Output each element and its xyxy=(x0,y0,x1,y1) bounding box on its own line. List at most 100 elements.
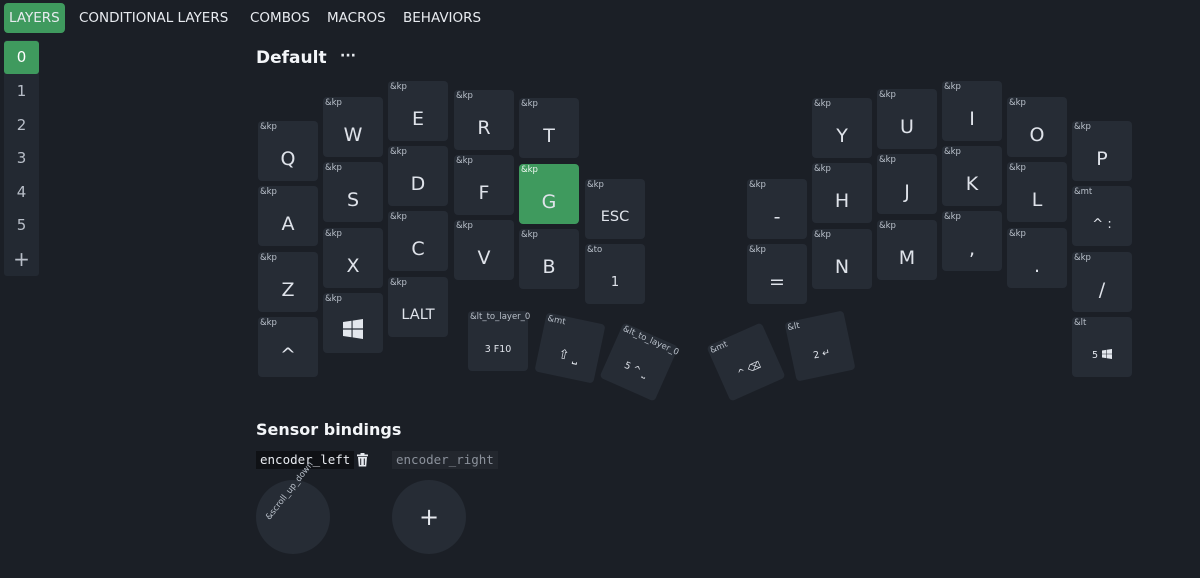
key-label: N xyxy=(812,245,872,289)
layer-item-2[interactable]: 2 xyxy=(4,109,39,142)
key-j[interactable]: &kp J xyxy=(877,154,937,214)
key-behavior-label: &kp xyxy=(521,230,538,240)
key-f[interactable]: &kp F xyxy=(454,155,514,215)
key-label-text: F xyxy=(478,182,490,204)
key-behavior-label: &kp xyxy=(260,318,277,328)
key-ctrl[interactable]: &kp ^ xyxy=(258,317,318,377)
key-i[interactable]: &kp I xyxy=(942,81,1002,141)
key-behavior-label: &kp xyxy=(1009,229,1026,239)
key-equals[interactable]: &kp = xyxy=(747,244,807,304)
key-c[interactable]: &kp C xyxy=(388,211,448,271)
key-label: F xyxy=(454,171,514,215)
key-label: Q xyxy=(258,137,318,181)
key-label: J xyxy=(877,170,937,214)
key-label: H xyxy=(812,179,872,223)
key-behavior-label: &kp xyxy=(456,91,473,101)
key-s[interactable]: &kp S xyxy=(323,162,383,222)
key-l[interactable]: &kp L xyxy=(1007,162,1067,222)
key-layer5-ctrl-space[interactable]: &lt_to_layer_0 5 ^ ⎵ xyxy=(599,322,680,402)
key-period[interactable]: &kp. xyxy=(1007,228,1067,288)
key-ctrl-colon[interactable]: &mt ^ : xyxy=(1072,186,1132,246)
key-behavior-label: &kp xyxy=(260,253,277,263)
encoder-right-tab[interactable]: encoder_right xyxy=(392,451,498,469)
key-layer5-win[interactable]: &lt 5 xyxy=(1072,317,1132,377)
key-label: I xyxy=(942,97,1002,141)
tab-layers[interactable]: LAYERS xyxy=(4,3,65,33)
layer-item-3[interactable]: 3 xyxy=(4,142,39,175)
key-a[interactable]: &kp A xyxy=(258,186,318,246)
layer-item-0[interactable]: 0 xyxy=(4,41,39,74)
key-p[interactable]: &kp P xyxy=(1072,121,1132,181)
key-label: 3 F10 xyxy=(468,327,528,371)
key-label: Z xyxy=(258,268,318,312)
key-comma[interactable]: &kp, xyxy=(942,211,1002,271)
add-layer-button[interactable]: + xyxy=(4,243,39,276)
key-lalt[interactable]: &kp LALT xyxy=(388,277,448,337)
key-z[interactable]: &kp Z xyxy=(258,252,318,312)
key-r[interactable]: &kp R xyxy=(454,90,514,150)
layer-item-5[interactable]: 5 xyxy=(4,209,39,242)
key-label: L xyxy=(1007,178,1067,222)
encoder-left-knob[interactable]: &scroll_up_down xyxy=(256,460,330,554)
trash-icon[interactable] xyxy=(356,452,369,471)
key-esc[interactable]: &kp ESC xyxy=(585,179,645,239)
key-behavior-label: &kp xyxy=(521,165,538,175)
key-e[interactable]: &kp E xyxy=(388,81,448,141)
key-label xyxy=(323,309,383,353)
key-behavior-label: &kp xyxy=(1009,163,1026,173)
layer-menu-button[interactable]: ··· xyxy=(340,48,356,64)
key-q[interactable]: &kp Q xyxy=(258,121,318,181)
key-win[interactable]: &kp xyxy=(323,293,383,353)
key-h[interactable]: &kp H xyxy=(812,163,872,223)
windows-icon xyxy=(1102,348,1113,362)
key-n[interactable]: &kp N xyxy=(812,229,872,289)
key-k[interactable]: &kp K xyxy=(942,146,1002,206)
key-o[interactable]: &kp O xyxy=(1007,97,1067,157)
key-label: LALT xyxy=(388,293,448,337)
tab-behaviors[interactable]: BEHAVIORS xyxy=(403,3,481,33)
key-behavior-label: &kp xyxy=(456,221,473,231)
key-behavior-label: &kp xyxy=(814,230,831,240)
key-label: C xyxy=(388,227,448,271)
key-label: - xyxy=(747,195,807,239)
key-label: D xyxy=(388,162,448,206)
key-label: T xyxy=(519,114,579,158)
key-slash[interactable]: &kp / xyxy=(1072,252,1132,312)
layer-item-4[interactable]: 4 xyxy=(4,176,39,209)
key-layer2-enter[interactable]: &lt 2 ↵ xyxy=(784,310,856,382)
key-label-text: = xyxy=(769,271,785,293)
key-d[interactable]: &kp D xyxy=(388,146,448,206)
key-x[interactable]: &kp X xyxy=(323,228,383,288)
key-label: S xyxy=(323,178,383,222)
key-w[interactable]: &kp W xyxy=(323,97,383,157)
tab-combos[interactable]: COMBOS xyxy=(250,3,310,33)
key-label: ^ xyxy=(258,333,318,377)
tab-conditional-layers[interactable]: CONDITIONAL LAYERS xyxy=(79,3,228,33)
key-v[interactable]: &kp V xyxy=(454,220,514,280)
key-label-text: . xyxy=(1033,255,1041,277)
encoder-right-add-knob[interactable]: + xyxy=(392,480,466,554)
key-ctrl-backspace[interactable]: &mt ^ ⌫ xyxy=(706,322,786,402)
key-g[interactable]: &kp G xyxy=(519,164,579,224)
key-to-layer-1[interactable]: &to 1 xyxy=(585,244,645,304)
layer-item-1[interactable]: 1 xyxy=(4,75,39,108)
key-label-text: 1 xyxy=(610,274,620,290)
key-label-text: - xyxy=(773,206,781,228)
key-behavior-label: &kp xyxy=(749,180,766,190)
key-shift-space[interactable]: &mt ⇧ ⎵ xyxy=(534,312,606,384)
key-label: 5 xyxy=(1072,333,1132,377)
key-behavior-label: &mt xyxy=(1074,187,1093,197)
key-label-text: D xyxy=(410,173,426,195)
key-t[interactable]: &kp T xyxy=(519,98,579,158)
key-behavior-label: &lt xyxy=(1074,318,1087,328)
key-label-text: 3 F10 xyxy=(484,343,512,355)
key-b[interactable]: &kp B xyxy=(519,229,579,289)
key-m[interactable]: &kp M xyxy=(877,220,937,280)
key-layer3-f10[interactable]: &lt_to_layer_0 3 F10 xyxy=(468,311,530,371)
key-minus[interactable]: &kp - xyxy=(747,179,807,239)
tab-macros[interactable]: MACROS xyxy=(327,3,386,33)
key-label-text: , xyxy=(968,238,976,260)
key-u[interactable]: &kp U xyxy=(877,89,937,149)
key-label-text: ESC xyxy=(600,209,630,225)
key-y[interactable]: &kp Y xyxy=(812,98,872,158)
